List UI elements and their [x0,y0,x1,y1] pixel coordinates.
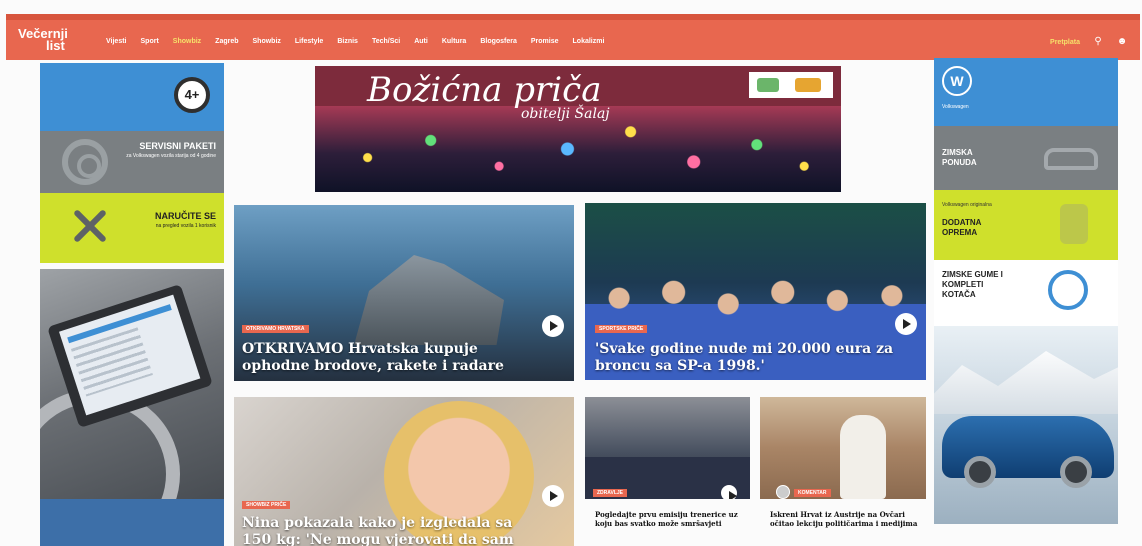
nav-link-zagreb[interactable]: Zagreb [215,38,238,45]
nav-link-kultura[interactable]: Kultura [442,38,467,45]
nav-link-promise[interactable]: Promise [531,38,559,45]
article-card-nina[interactable]: SHOWBIZ PRIČE Nina pokazala kako je izgl… [234,397,574,546]
article-title-fitness[interactable]: Pogledajte prvu emisiju trenerice uz koj… [595,510,745,528]
tire-icon [1048,270,1088,310]
child-seat-icon [1060,204,1088,244]
tools-icon [70,205,110,245]
article-title: OTKRIVAMO Hrvatska kupuje ophodne brodov… [242,341,504,374]
book-service-text: NARUČITE SE na pregled vozila 1 korisnik [155,211,216,229]
sponsor-logos [749,72,833,98]
extra-equipment-title: DODATNA OPREMA [942,218,982,237]
user-icon[interactable]: ☻ [1116,36,1128,48]
nav-link-showbiz-active[interactable]: Showbiz [173,38,201,45]
vw-brand-label: Volkswagen [942,104,969,110]
play-icon[interactable] [721,485,737,499]
ad-tile-service-packages[interactable]: SERVISNI PAKETI za Volkswagen vozila sta… [40,131,224,193]
wheel-icon [62,139,108,185]
car-icon [1044,148,1098,170]
blue-car-shape [942,416,1114,488]
book-service-title: NARUČITE SE [154,211,216,221]
play-icon[interactable] [542,315,564,337]
page: Večernji list Vijesti Sport Showbiz Zagr… [0,0,1142,546]
nav-link-sport[interactable]: Sport [141,38,159,45]
tablet-shape [47,283,213,429]
top-strip [6,14,1140,20]
nav-right-area: Pretplata ⚲ ☻ [1050,36,1128,48]
article-tag: SPORTSKE PRIČE [595,325,648,333]
nav-link-auti[interactable]: Auti [414,38,428,45]
vw-logo-icon: W [942,66,972,96]
extra-equipment-pre: Volkswagen originalna [942,202,992,208]
ad-tile-winter-offer[interactable]: ZIMSKA PONUDA [934,126,1118,190]
search-icon[interactable]: ⚲ [1092,36,1104,48]
nav-link-showbiz[interactable]: Showbiz [253,38,281,45]
nav-link-lokalizmi[interactable]: Lokalizmi [573,38,605,45]
ad-tile-winter-tires[interactable]: ZIMSKE GUME I KOMPLETI KOTAČA [934,260,1118,326]
article-card-navy[interactable]: OTKRIVAMO HRVATSKA OTKRIVAMO Hrvatska ku… [234,205,574,381]
four-plus-badge: 4+ [174,77,210,113]
speaker-image [840,415,886,499]
article-tag: OTKRIVAMO HRVATSKA [242,325,309,333]
site-logo[interactable]: Večernji list [18,27,68,53]
author-avatar [776,485,790,499]
play-icon[interactable] [895,313,917,335]
ad-image-diagnostic-tablet[interactable] [40,269,224,546]
mechanic-sleeve [40,499,224,546]
service-packages-title: SERVISNI PAKETI [139,141,216,151]
christmas-banner-ad[interactable]: Božićna priča obitelji Šalaj [315,66,841,192]
article-title: Nina pokazala kako je izgledala sa 150 k… [242,515,514,546]
ad-tile-extra-equipment[interactable]: Volkswagen originalna DODATNA OPREMA [934,190,1118,260]
banner-title: Božićna priča [367,70,602,110]
service-packages-sub: za Volkswagen vozila starija od 4 godine [126,153,216,159]
article-card-fitness[interactable]: ZDRAVLJE [585,397,750,499]
ad-tile-vw-brand[interactable]: W Volkswagen [934,58,1118,126]
nav-link-vijesti[interactable]: Vijesti [106,38,127,45]
ad-tile-book-service[interactable]: NARUČITE SE na pregled vozila 1 korisnik [40,193,224,263]
nav-link-lifestyle[interactable]: Lifestyle [295,38,323,45]
winter-tires-title: ZIMSKE GUME I KOMPLETI KOTAČA [942,270,1003,299]
book-service-sub: na pregled vozila 1 korisnik [155,223,216,229]
article-card-handball[interactable]: SPORTSKE PRIČE 'Svake godine nude mi 20.… [585,203,926,380]
mountain-shape [934,351,1118,414]
logo-line2: list [46,38,65,53]
nav-link-biznis[interactable]: Biznis [337,38,358,45]
play-icon[interactable] [542,485,564,507]
top-navigation-bar: Večernji list Vijesti Sport Showbiz Zagr… [6,14,1140,60]
article-title-austria[interactable]: Iskreni Hrvat iz Austrije na Ovčari očit… [770,510,920,528]
service-packages-text: SERVISNI PAKETI za Volkswagen vozila sta… [126,141,216,159]
banner-subtitle: obitelji Šalaj [521,106,610,122]
subscribe-link[interactable]: Pretplata [1050,39,1080,46]
article-tag: SHOWBIZ PRIČE [242,501,291,509]
nav-links: Vijesti Sport Showbiz Zagreb Showbiz Lif… [106,38,618,45]
ad-image-car-snow[interactable] [934,326,1118,524]
ad-tile-4plus[interactable]: 4+ [40,63,224,131]
article-title: 'Svake godine nude mi 20.000 eura za bro… [595,341,894,374]
nav-link-techsci[interactable]: Tech/Sci [372,38,400,45]
article-card-austria[interactable]: KOMENTAR [760,397,926,499]
article-tag: ZDRAVLJE [593,489,628,497]
ship-image [354,255,504,345]
winter-offer-title: ZIMSKA PONUDA [942,148,977,167]
nav-link-blogosfera[interactable]: Blogosfera [480,38,517,45]
article-tag: KOMENTAR [794,489,831,497]
